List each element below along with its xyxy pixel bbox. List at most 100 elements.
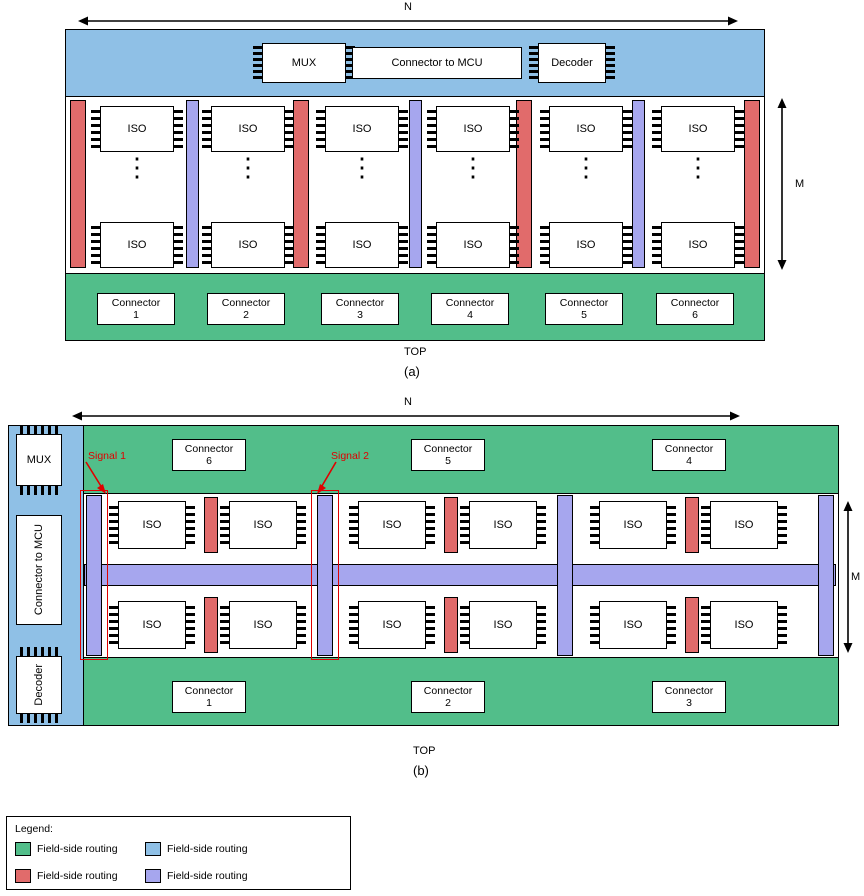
panel-b-purple-column-3 <box>557 495 573 656</box>
panel-b-iso-chip: ISO <box>229 601 297 649</box>
connector-label-line1: Connector <box>664 442 714 455</box>
connector-label-line1: Connector <box>184 684 234 697</box>
legend-item-green: Field-side routing <box>15 842 118 856</box>
panel-a-iso-vertical-dots: ⋮ <box>124 152 150 182</box>
panel-b-red-bar-3 <box>685 497 699 553</box>
connector-label-line2: 3 <box>357 309 363 321</box>
panel-a-iso-chip: ISO <box>661 106 735 152</box>
panel-b: N MUX Connector to MCU Decoder ISO ISO I… <box>0 393 864 793</box>
panel-a-red-bar-4 <box>744 100 760 268</box>
panel-a-iso-chip: ISO <box>211 222 285 268</box>
panel-a-iso-vertical-dots: ⋮ <box>685 152 711 182</box>
legend-label-purple: Field-side routing <box>167 870 248 882</box>
panel-a-caption: (a) <box>404 364 420 379</box>
panel-a-red-bar-1 <box>70 100 86 268</box>
panel-a-iso-column: ISO ⋮ ISO <box>202 106 294 268</box>
connector-label-line2: 2 <box>445 697 451 709</box>
panel-a-iso-vertical-dots: ⋮ <box>460 152 486 182</box>
panel-b-red-bar-1 <box>204 497 218 553</box>
panel-b-connector-to-mcu-label: Connector to MCU <box>32 524 45 616</box>
panel-b-connector-2: Connector 2 <box>411 681 485 713</box>
panel-a: N MUX Connector to MCU Decoder ISO ⋮ ISO… <box>0 0 864 385</box>
panel-b-connector-3: Connector 3 <box>652 681 726 713</box>
panel-b-mux-body: MUX <box>16 434 62 486</box>
panel-b-iso-chip-group: ISO <box>460 601 546 649</box>
panel-b-iso-chip: ISO <box>118 601 186 649</box>
panel-b-iso-chip: ISO <box>469 501 537 549</box>
connector-label-line1: Connector <box>335 296 385 309</box>
connector-label-line2: 4 <box>467 309 473 321</box>
panel-b-iso-chip-group: ISO <box>109 501 195 549</box>
panel-b-iso-chip-group: ISO <box>590 501 676 549</box>
connector-label-line2: 6 <box>692 309 698 321</box>
panel-b-mux-block: MUX <box>16 425 62 495</box>
panel-a-iso-chip: ISO <box>211 106 285 152</box>
legend-swatch-green <box>15 842 31 856</box>
panel-b-decoder-block: Decoder <box>16 647 62 723</box>
panel-b-connector-to-mcu: Connector to MCU <box>16 515 62 625</box>
panel-a-connector-1: Connector 1 <box>97 293 175 325</box>
panel-b-iso-chip: ISO <box>599 501 667 549</box>
panel-a-connector-5: Connector 5 <box>545 293 623 325</box>
panel-b-caption: (b) <box>413 763 429 778</box>
panel-a-connector-to-mcu: Connector to MCU <box>352 47 522 79</box>
panel-b-iso-chip-group: ISO <box>701 501 787 549</box>
panel-a-iso-chip: ISO <box>436 106 510 152</box>
panel-a-iso-chip: ISO <box>549 222 623 268</box>
panel-b-iso-chip: ISO <box>229 501 297 549</box>
panel-b-decoder-label: Decoder <box>33 664 45 706</box>
panel-b-iso-chip: ISO <box>358 601 426 649</box>
panel-a-connector-2: Connector 2 <box>207 293 285 325</box>
panel-b-horizontal-bus <box>84 564 836 586</box>
panel-b-iso-chip-group: ISO <box>349 501 435 549</box>
panel-a-iso-vertical-dots: ⋮ <box>235 152 261 182</box>
panel-a-red-bar-3 <box>516 100 532 268</box>
panel-b-signal-1-highlight <box>80 490 108 660</box>
legend-label-green: Field-side routing <box>37 843 118 855</box>
panel-b-iso-chip-group: ISO <box>460 501 546 549</box>
panel-b-iso-chip-group: ISO <box>701 601 787 649</box>
panel-b-iso-chip: ISO <box>710 601 778 649</box>
panel-a-purple-bar-2 <box>409 100 422 268</box>
panel-b-red-bar-4 <box>204 597 218 653</box>
connector-label-line1: Connector <box>184 442 234 455</box>
connector-label-line1: Connector <box>111 296 161 309</box>
panel-a-decoder-body: Decoder <box>538 43 606 83</box>
legend-label-blue: Field-side routing <box>167 843 248 855</box>
panel-b-iso-chip: ISO <box>599 601 667 649</box>
panel-a-iso-chip: ISO <box>325 106 399 152</box>
panel-a-iso-vertical-dots: ⋮ <box>573 152 599 182</box>
legend-label-red: Field-side routing <box>37 870 118 882</box>
panel-a-iso-column: ISO ⋮ ISO <box>652 106 744 268</box>
connector-label-line2: 4 <box>686 455 692 467</box>
panel-b-red-bar-5 <box>444 597 458 653</box>
panel-b-decoder-body: Decoder <box>16 656 62 714</box>
connector-label-line2: 1 <box>206 697 212 709</box>
panel-b-iso-chip: ISO <box>118 501 186 549</box>
panel-a-iso-chip: ISO <box>436 222 510 268</box>
panel-a-dimension-n-label: N <box>404 1 412 13</box>
panel-a-iso-chip: ISO <box>100 106 174 152</box>
panel-b-top-label: TOP <box>413 745 436 757</box>
panel-a-iso-column: ISO ⋮ ISO <box>91 106 183 268</box>
panel-b-dimension-n-label: N <box>404 396 412 408</box>
panel-a-red-bar-2 <box>293 100 309 268</box>
panel-a-connector-4: Connector 4 <box>431 293 509 325</box>
legend-title: Legend: <box>15 823 53 835</box>
connector-label-line2: 3 <box>686 697 692 709</box>
connector-label-line1: Connector <box>664 684 714 697</box>
connector-label-line1: Connector <box>670 296 720 309</box>
connector-label-line1: Connector <box>221 296 271 309</box>
legend-item-purple: Field-side routing <box>145 869 248 883</box>
panel-b-iso-chip: ISO <box>710 501 778 549</box>
panel-a-iso-chip: ISO <box>661 222 735 268</box>
connector-label-line2: 5 <box>445 455 451 467</box>
panel-b-iso-chip: ISO <box>469 601 537 649</box>
legend: Legend: Field-side routing Field-side ro… <box>6 816 351 890</box>
panel-a-mux-body: MUX <box>262 43 346 83</box>
panel-a-iso-chip: ISO <box>100 222 174 268</box>
legend-item-blue: Field-side routing <box>145 842 248 856</box>
panel-a-iso-column: ISO ⋮ ISO <box>316 106 408 268</box>
panel-a-dimension-m-label: M <box>795 178 805 190</box>
panel-b-dimension-m-label: M <box>851 571 861 583</box>
